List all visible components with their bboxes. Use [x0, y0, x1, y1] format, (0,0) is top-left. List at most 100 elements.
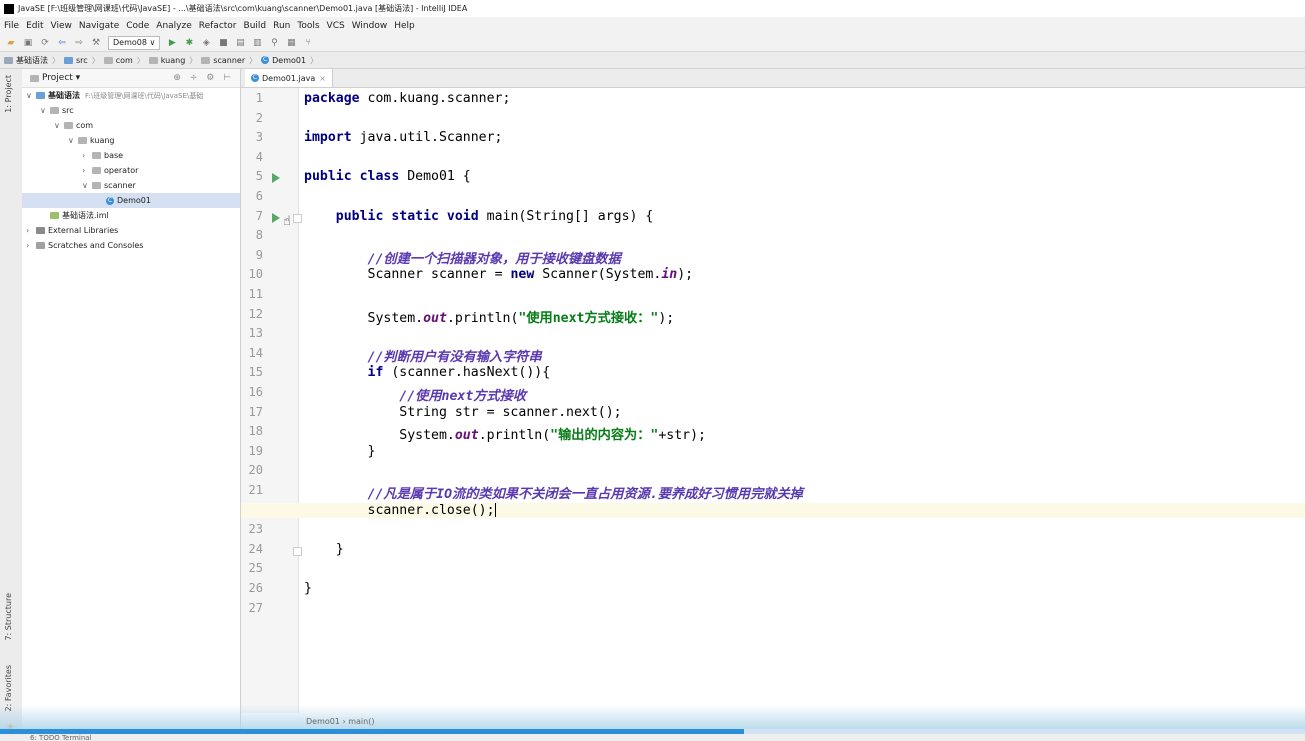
menu-edit[interactable]: Edit — [26, 21, 43, 31]
breadcrumb-src[interactable]: src — [64, 56, 88, 65]
breadcrumb-demo01[interactable]: C Demo01 — [261, 56, 306, 65]
code-line-5: public class Demo01 { — [304, 169, 471, 185]
menu-refactor[interactable]: Refactor — [199, 21, 237, 31]
project-structure-icon[interactable]: ▤ — [235, 38, 245, 48]
tree-item-8[interactable]: 基础语法.iml — [22, 208, 240, 223]
tree-item-1[interactable]: ∨ src — [22, 103, 240, 118]
line-number: 12 — [248, 306, 263, 321]
expand-arrow-icon[interactable]: ∨ — [26, 91, 36, 100]
run-configuration-select[interactable]: Demo08 ∨ — [108, 35, 161, 50]
project-tool-window: Project ▾ ⊕ ÷ ⚙ ⊢ ∨ 基础语法 F:\班级管理\网课班\代码\Ja… — [22, 69, 241, 741]
folder-icon — [148, 56, 158, 64]
menu-window[interactable]: Window — [352, 21, 388, 31]
tree-item-6[interactable]: ∨ scanner — [22, 178, 240, 193]
tree-item-label: com — [76, 121, 94, 130]
tree-item-label: 基础语法.iml — [62, 211, 109, 220]
menu-vcs[interactable]: VCS — [327, 21, 345, 31]
forward-arrow-icon[interactable]: ⇨ — [74, 38, 84, 48]
stop-icon[interactable]: ■ — [218, 38, 228, 48]
coverage-icon[interactable]: ◈ — [201, 38, 211, 48]
tree-item-10[interactable]: › Scratches and Consoles — [22, 238, 240, 253]
structure-tool-tab[interactable]: 7: Structure — [4, 593, 13, 641]
back-arrow-icon[interactable]: ⇦ — [57, 38, 67, 48]
tree-item-label: scanner — [104, 181, 136, 190]
tree-item-0[interactable]: ∨ 基础语法 F:\班级管理\网课班\代码\JavaSE\基础 — [22, 88, 240, 103]
tree-item-4[interactable]: › base — [22, 148, 240, 163]
expand-arrow-icon[interactable]: › — [26, 226, 36, 235]
tree-item-3[interactable]: ∨ kuang — [22, 133, 240, 148]
class-icon: C — [251, 74, 259, 82]
expand-arrow-icon[interactable]: ∨ — [40, 106, 50, 115]
code-line-19: } — [367, 443, 376, 459]
close-tab-icon[interactable]: × — [319, 74, 326, 83]
expand-arrow-icon[interactable]: › — [82, 151, 92, 160]
favorites-tool-tab[interactable]: 2: Favorites — [4, 665, 13, 711]
line-number: 24 — [248, 541, 263, 556]
breadcrumb-kuang[interactable]: kuang — [148, 55, 186, 65]
code-line-18: System.out.println("输出的内容为："+str); — [399, 428, 706, 444]
menu-analyze[interactable]: Analyze — [156, 21, 191, 31]
search-everywhere-icon[interactable]: ⚲ — [269, 38, 279, 48]
build-icon[interactable]: ⚒ — [91, 38, 101, 48]
sdk-icon[interactable]: ▥ — [252, 38, 262, 48]
code-editor[interactable]: package com.kuang.scanner; import java.u… — [241, 88, 1305, 713]
menu-navigate[interactable]: Navigate — [79, 21, 119, 31]
run-gutter-icon[interactable] — [272, 173, 280, 184]
project-tool-tab[interactable]: 1: Project — [4, 75, 13, 113]
window-title: JavaSE [F:\班级管理\网课班\代码\JavaSE] - ...\基础语… — [18, 4, 468, 13]
debug-icon[interactable]: ✱ — [184, 38, 194, 48]
breadcrumb-label: kuang — [160, 55, 186, 65]
line-number: 16 — [248, 385, 263, 399]
project-view-select[interactable]: Project ▾ — [42, 73, 80, 83]
main-toolbar: ▰ ▣ ⟳ ⇦ ⇨ ⚒ Demo08 ∨ ▶ ✱ ◈ ■ ▤ ▥ ⚲ ▦ ⑂ — [0, 34, 1305, 52]
editor-breadcrumb[interactable]: Demo01 › main() — [298, 713, 1305, 729]
menu-view[interactable]: View — [51, 21, 72, 31]
expand-arrow-icon[interactable]: ∨ — [54, 121, 64, 130]
tree-item-9[interactable]: › External Libraries — [22, 223, 240, 238]
panel-tools-icons[interactable]: ⊕ ÷ ⚙ ⊢ — [173, 73, 234, 83]
code-line-26: } — [304, 581, 312, 596]
terminal-icon[interactable]: ▦ — [286, 38, 296, 48]
line-number: 5 — [255, 169, 263, 184]
line-number: 7 — [255, 208, 263, 223]
menu-run[interactable]: Run — [273, 21, 290, 31]
tab-demo01-java[interactable]: C Demo01.java × — [245, 69, 333, 87]
tree-item-label: Scratches and Consoles — [48, 241, 144, 250]
code-line-15: if (scanner.hasNext()){ — [367, 365, 551, 381]
menu-file[interactable]: File — [4, 21, 19, 31]
expand-arrow-icon[interactable]: ∨ — [82, 181, 92, 190]
tree-item-2[interactable]: ∨ com — [22, 118, 240, 133]
expand-arrow-icon[interactable]: › — [26, 241, 36, 250]
breadcrumb-scanner[interactable]: scanner — [201, 56, 245, 65]
breadcrumb-label: 基础语法 — [16, 55, 48, 65]
project-tree: ∨ 基础语法 F:\班级管理\网课班\代码\JavaSE\基础 ∨ src ∨ com ∨ ku… — [22, 88, 240, 253]
menu-tools[interactable]: Tools — [297, 21, 319, 31]
line-number: 21 — [248, 483, 263, 497]
sync-icon[interactable]: ⟳ — [40, 38, 50, 48]
run-icon[interactable]: ▶ — [167, 38, 177, 48]
code-line-1: package com.kuang.scanner; — [304, 91, 511, 106]
menu-build[interactable]: Build — [244, 21, 267, 31]
open-folder-icon[interactable]: ▰ — [6, 38, 16, 48]
breadcrumb-label: com — [115, 55, 133, 65]
breadcrumb-label: src — [76, 55, 88, 65]
menu-code[interactable]: Code — [126, 21, 149, 31]
breadcrumb-com[interactable]: com — [103, 55, 133, 65]
expand-arrow-icon[interactable]: ∨ — [68, 136, 78, 145]
run-gutter-icon[interactable] — [272, 212, 280, 223]
breadcrumb-module[interactable]: 基础语法 — [4, 55, 48, 66]
tree-item-7[interactable]: C Demo01 — [22, 193, 240, 208]
tab-label: Demo01.java — [262, 73, 316, 83]
save-all-icon[interactable]: ▣ — [23, 38, 33, 48]
menu-help[interactable]: Help — [394, 21, 415, 31]
iml-icon — [50, 212, 59, 219]
text-caret — [494, 502, 496, 517]
code-line-24: } — [335, 541, 344, 557]
tree-item-5[interactable]: › operator — [22, 163, 240, 178]
folder-icon — [92, 152, 101, 159]
code-line-12: System.out.println("使用next方式接收："); — [367, 310, 675, 326]
expand-arrow-icon[interactable]: › — [82, 166, 92, 175]
scratch-icon — [36, 242, 45, 249]
vcs-icon[interactable]: ⑂ — [303, 38, 313, 48]
lib-icon — [36, 227, 45, 234]
